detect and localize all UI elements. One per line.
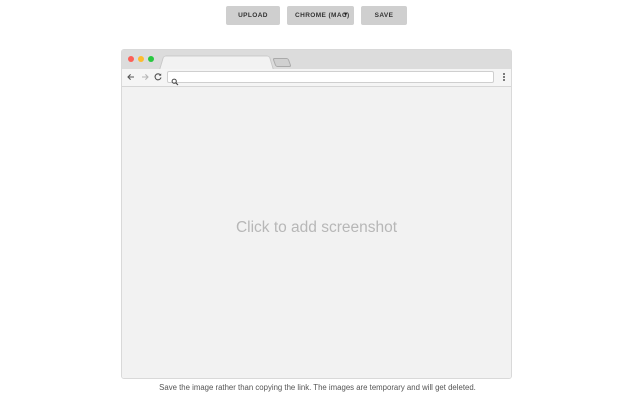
browser-style-select[interactable]: CHROME (MAC) ▼ <box>287 6 354 25</box>
browser-style-select-label: CHROME (MAC) <box>295 12 350 19</box>
address-bar <box>167 71 494 86</box>
kebab-menu-icon <box>503 73 505 82</box>
footer-note: Save the image rather than copying the l… <box>159 383 476 392</box>
browser-tab <box>159 55 274 70</box>
screenshot-drop-area[interactable]: Click to add screenshot <box>122 87 511 378</box>
browser-mockup: Click to add screenshot <box>121 49 512 379</box>
caret-down-icon: ▼ <box>342 12 349 18</box>
upload-button-label: UPLOAD <box>238 12 268 19</box>
save-button-label: SAVE <box>374 12 394 19</box>
new-tab-icon <box>272 58 292 67</box>
upload-button[interactable]: UPLOAD <box>226 6 280 25</box>
top-toolbar: UPLOAD CHROME (MAC) ▼ SAVE <box>0 6 635 25</box>
window-minimize-icon <box>138 56 144 62</box>
browser-titlebar <box>122 50 511 70</box>
browser-navbar <box>122 69 511 87</box>
arrow-left-icon <box>126 72 136 82</box>
save-button[interactable]: SAVE <box>361 6 407 25</box>
arrow-right-icon <box>140 72 150 82</box>
page: UPLOAD CHROME (MAC) ▼ SAVE Click to add … <box>0 0 635 400</box>
add-screenshot-prompt: Click to add screenshot <box>235 218 398 236</box>
window-close-icon <box>128 56 134 62</box>
window-zoom-icon <box>148 56 154 62</box>
reload-icon <box>153 72 163 82</box>
